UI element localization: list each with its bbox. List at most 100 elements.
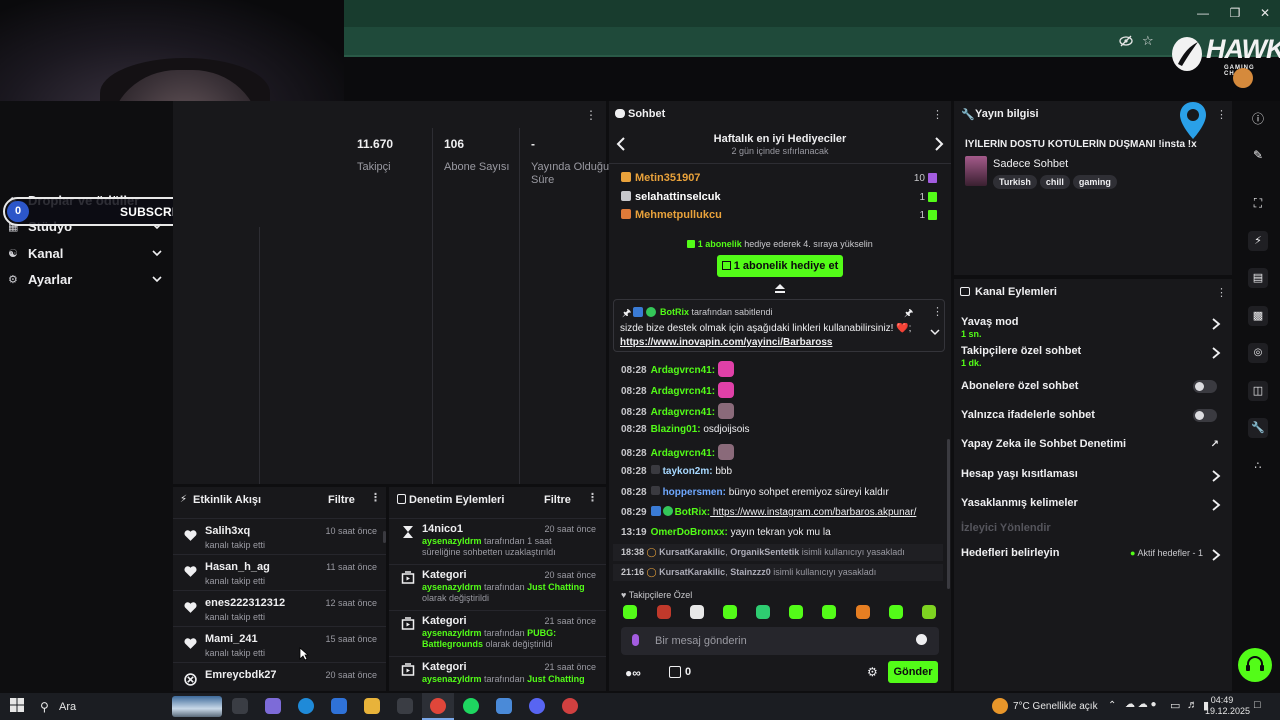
category-thumbnail[interactable] [965, 156, 987, 186]
category-icon [401, 663, 415, 676]
discord-icon[interactable] [529, 698, 545, 714]
sidebar-item-settings[interactable]: ⚙ Ayarlar [8, 268, 163, 290]
scrollbar[interactable] [383, 531, 386, 543]
action-followers-only[interactable]: Takipçilere özel sohbet 1 dk. [961, 345, 1223, 368]
action-subscribers-only[interactable]: Abonelere özel sohbet [961, 380, 1223, 393]
action-banned-words[interactable]: Yasaklanmış kelimeler [961, 497, 1223, 511]
user-badge-icon [650, 465, 660, 474]
chat-input-placeholder: Bir mesaj gönderin [655, 635, 747, 647]
gift-icon [928, 210, 937, 220]
restore-button[interactable]: ❐ [1220, 4, 1250, 22]
category-name[interactable]: Sadece Sohbet [993, 158, 1068, 170]
tag[interactable]: chill [1039, 175, 1070, 189]
eye-off-icon[interactable] [1119, 35, 1133, 47]
pencil-icon[interactable]: ✎ [1248, 145, 1268, 165]
star-icon[interactable]: ☆ [1142, 34, 1155, 47]
toggle-switch[interactable] [1193, 409, 1217, 422]
tag[interactable]: gaming [1072, 175, 1117, 189]
info-icon[interactable]: ⓘ [1248, 109, 1268, 129]
task-view-icon[interactable] [232, 698, 248, 714]
collapse-icon[interactable] [774, 283, 786, 293]
windows-start-icon[interactable] [10, 698, 26, 714]
minimize-button[interactable]: — [1188, 4, 1218, 22]
action-account-age[interactable]: Hesap yaşı kısıtlaması [961, 468, 1223, 482]
gift-subscription-button[interactable]: 1 abonelik hediye et [717, 255, 843, 277]
chat-icon[interactable]: ▩ [1248, 306, 1268, 326]
clock[interactable]: 04:49 19.12.2025 [1205, 695, 1250, 717]
avatar[interactable] [1233, 68, 1253, 88]
filter-button[interactable]: Filtre [328, 494, 355, 506]
wrench-icon: 🔧 [961, 109, 975, 121]
chevron-down-icon[interactable] [930, 328, 940, 336]
gifters-title: Haftalık en iyi Hediyeciler [713, 133, 847, 145]
chat-bubble-icon [615, 109, 625, 118]
chevron-up-icon[interactable]: ⌃ [1108, 700, 1116, 711]
toggle-switch[interactable] [1193, 380, 1217, 393]
store-icon[interactable] [669, 666, 681, 678]
notification-icon[interactable]: □ [1254, 699, 1261, 711]
search-icon[interactable]: ⚲ [40, 700, 49, 714]
document-icon[interactable]: ▤ [1248, 268, 1268, 288]
chevron-right-icon [1212, 470, 1221, 482]
list-item: enes222312312 kanalı takip etti 12 saat … [173, 590, 386, 624]
fullscreen-icon[interactable]: ⛶ [1248, 193, 1268, 213]
volume-icon[interactable]: ♬ [1187, 699, 1198, 711]
xbox-icon[interactable] [397, 698, 413, 714]
gifter-name: Mehmetpullukcu [635, 209, 722, 221]
panel-title: Sohbet [628, 108, 666, 120]
edge-icon[interactable] [298, 698, 314, 714]
tray-icons[interactable]: ☁ ☁ ● [1125, 699, 1157, 710]
sidebar-item-channel[interactable]: ☯ Kanal [8, 242, 163, 264]
rank-badge-icon [621, 209, 631, 219]
filter-button[interactable]: Filtre [544, 494, 571, 506]
more-options-icon[interactable]: ⋮ [587, 493, 598, 504]
tag[interactable]: Turkish [993, 175, 1037, 189]
more-options-icon[interactable]: ⋮ [932, 108, 943, 121]
browser-titlebar [344, 0, 1280, 27]
chat-mode-label: ♥ Takipçilere Özel [621, 590, 693, 600]
action-set-goals[interactable]: Hedefleri belirleyin ● Aktif hedefler - … [961, 547, 1223, 561]
file-explorer-icon[interactable] [364, 698, 380, 714]
emote-icon [718, 361, 735, 377]
broadcast-icon[interactable]: ◎ [1248, 343, 1268, 363]
chat-input[interactable]: Bir mesaj gönderin [621, 627, 939, 655]
emote-bar[interactable] [623, 605, 943, 621]
more-options-icon[interactable]: ⋮ [932, 305, 943, 318]
hawk-logo: HAWK GAMING CHAIR [1170, 34, 1280, 77]
obs-icon[interactable] [562, 698, 578, 714]
unpin-icon[interactable]: 🖈 [904, 306, 913, 323]
close-button[interactable]: ✕ [1250, 4, 1280, 22]
bot-badge-icon [633, 307, 643, 317]
app-icon[interactable] [496, 698, 512, 714]
emoji-icon[interactable] [916, 634, 927, 645]
action-raid: İzleyici Yönlendir [961, 522, 1051, 534]
more-options-icon[interactable]: ⋮ [1216, 108, 1227, 121]
chrome-icon[interactable] [430, 698, 446, 714]
weather-text[interactable]: 7°C Genellikle açık [1013, 701, 1098, 712]
wrench-icon[interactable]: 🔧 [1248, 418, 1268, 438]
action-emote-only[interactable]: Yalnızca ifadelerle sohbet [961, 409, 1223, 422]
pinned-link[interactable]: https://www.inovapin.com/yayinci/Barbaro… [620, 337, 832, 348]
copilot-icon[interactable] [265, 698, 281, 714]
network-icon[interactable]: ▭ [1170, 699, 1180, 712]
gear-icon[interactable]: ⚙ [867, 665, 878, 679]
mail-icon[interactable] [331, 698, 347, 714]
address-bar[interactable] [344, 27, 1280, 57]
chevron-right-icon [1212, 318, 1221, 330]
microphone-icon[interactable] [632, 634, 639, 646]
action-ai-moderation[interactable]: Yapay Zeka ile Sohbet Denetimi ↗ [961, 438, 1223, 450]
action-slow-mode[interactable]: Yavaş mod 1 sn. [961, 316, 1223, 339]
apps-icon[interactable]: ∴ [1248, 456, 1268, 476]
lightning-icon[interactable]: ⚡ [1248, 231, 1268, 251]
send-button[interactable]: Gönder [888, 661, 938, 683]
more-options-icon[interactable]: ⋮ [370, 493, 381, 504]
ban-icon [184, 673, 197, 686]
layout-icon[interactable]: ◫ [1248, 381, 1268, 401]
spotify-icon[interactable] [463, 698, 479, 714]
taskbar-search[interactable]: Ara [59, 701, 76, 713]
scrollbar[interactable] [947, 439, 950, 589]
more-options-icon[interactable]: ⋮ [585, 108, 597, 122]
points-icon[interactable]: ●∞ [625, 666, 655, 680]
support-chat-button[interactable] [1238, 648, 1272, 682]
more-options-icon[interactable]: ⋮ [1216, 286, 1227, 299]
